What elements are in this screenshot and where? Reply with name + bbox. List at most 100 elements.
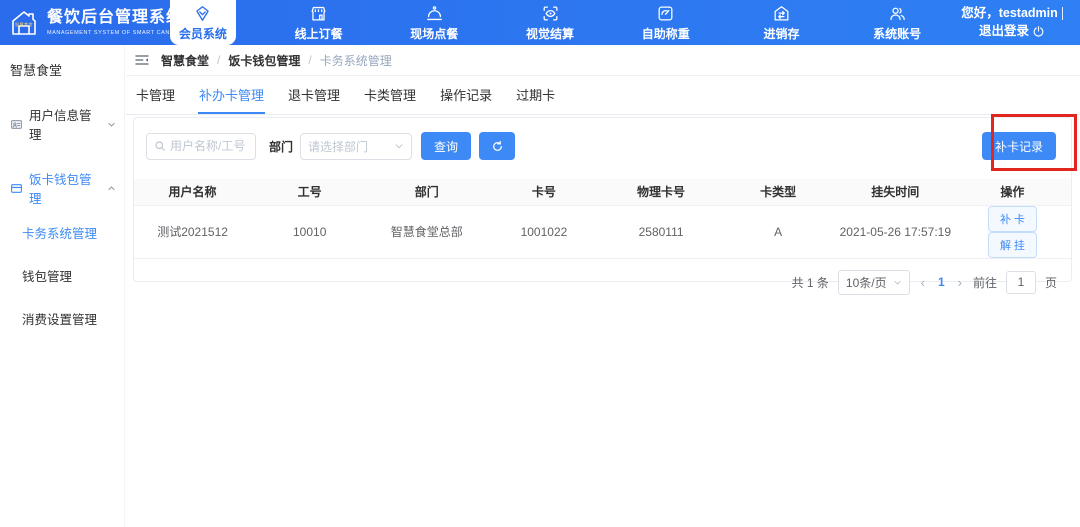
logout-button[interactable]: 退出登录 (979, 23, 1045, 40)
nav-item-onsite-dining[interactable]: 现场点餐 (376, 0, 492, 45)
nav-label: 会员系统 (179, 25, 227, 42)
divider (1062, 7, 1063, 20)
tabs-row: 卡管理 补办卡管理 退卡管理 卡类管理 操作记录 过期卡 (126, 76, 1080, 115)
nav-item-vision-checkout[interactable]: 视觉结算 (492, 0, 608, 45)
vision-checkout-eye-icon (541, 4, 560, 23)
nav-label: 进销存 (763, 25, 799, 42)
unfreeze-card-button[interactable]: 解挂 (988, 232, 1037, 258)
cell-physical-card-no: 2580111 (603, 205, 720, 258)
main-content: 智慧食堂 / 饭卡钱包管理 / 卡务系统管理 卡管理 补办卡管理 退卡管理 卡类… (126, 45, 1080, 527)
dept-label: 部门 (269, 138, 293, 155)
page-size-value: 10条/页 (846, 274, 887, 291)
sidebar-item-user-info[interactable]: 用户信息管理 (0, 105, 124, 143)
sidebar-item-label: 饭卡钱包管理 (29, 169, 101, 207)
self-weighing-scale-icon (656, 4, 675, 23)
cell-user-name: 测试2021512 (134, 205, 251, 258)
page-number-1[interactable]: 1 (936, 275, 947, 289)
breadcrumb-separator: / (217, 53, 220, 67)
col-physical-card-no: 物理卡号 (603, 179, 720, 205)
cell-loss-time: 2021-05-26 17:57:19 (837, 205, 954, 258)
nav-label: 线上订餐 (295, 25, 343, 42)
id-card-icon (10, 118, 23, 131)
col-loss-time: 挂失时间 (837, 179, 954, 205)
breadcrumb: 智慧食堂 / 饭卡钱包管理 / 卡务系统管理 (161, 52, 392, 69)
cell-card-type: A (720, 205, 837, 258)
col-user-name: 用户名称 (134, 179, 251, 205)
user-greeting: 您好，testadmin (961, 5, 1058, 22)
nav-item-self-weighing[interactable]: 自助称重 (608, 0, 724, 45)
next-page-button[interactable]: › (956, 275, 964, 290)
nav-item-system-accounts[interactable]: 系统账号 (839, 0, 955, 45)
search-icon (154, 140, 166, 152)
tab-card-type-management[interactable]: 卡类管理 (363, 76, 417, 114)
nav-item-membership[interactable]: 会员系统 (145, 0, 261, 45)
sidebar-subitem-consume-settings[interactable]: 消费设置管理 (0, 297, 124, 340)
page-unit-label: 页 (1045, 274, 1057, 291)
prev-page-button[interactable]: ‹ (919, 275, 927, 290)
sidebar-fold-icon[interactable] (134, 52, 150, 68)
logout-label: 退出登录 (979, 23, 1029, 40)
logout-icon (1032, 25, 1045, 38)
filter-row: 部门 请选择部门 查询 补卡记录 (134, 118, 1071, 160)
chevron-down-icon (394, 141, 404, 151)
content-card: 部门 请选择部门 查询 补卡记录 用户名称 (133, 117, 1072, 282)
user-area: 您好，testadmin 退出登录 (946, 0, 1078, 45)
cell-dept: 智慧食堂总部 (368, 205, 485, 258)
system-accounts-users-icon (888, 4, 907, 23)
reissue-card-button[interactable]: 补卡 (988, 206, 1037, 232)
keyword-search-box (146, 133, 256, 160)
page-size-select[interactable]: 10条/页 (838, 270, 910, 295)
refresh-button[interactable] (479, 132, 515, 160)
chevron-down-icon (107, 120, 116, 129)
cell-actions: 补卡 解挂 (954, 205, 1071, 258)
top-nav: 会员系统 线上订餐 现场点餐 (145, 0, 955, 45)
chevron-up-icon (107, 184, 116, 193)
tab-return-card-management[interactable]: 退卡管理 (287, 76, 341, 114)
sidebar-subitem-wallet[interactable]: 钱包管理 (0, 254, 124, 297)
online-order-storefront-icon (309, 4, 328, 23)
sidebar-submenu: 卡务系统管理 钱包管理 消费设置管理 (0, 211, 124, 340)
dept-select-placeholder: 请选择部门 (308, 138, 394, 155)
col-actions: 操作 (954, 179, 1071, 205)
nav-item-online-order[interactable]: 线上订餐 (261, 0, 377, 45)
nav-label: 视觉结算 (526, 25, 574, 42)
cell-emp-no: 10010 (251, 205, 368, 258)
keyword-search-input[interactable] (170, 139, 248, 153)
breadcrumb-item[interactable]: 饭卡钱包管理 (228, 52, 300, 69)
tab-card-management[interactable]: 卡管理 (135, 76, 176, 114)
reissue-record-button[interactable]: 补卡记录 (982, 132, 1056, 160)
sidebar-subitem-card-system[interactable]: 卡务系统管理 (0, 211, 124, 254)
nav-label: 自助称重 (642, 25, 690, 42)
sidebar-item-label: 用户信息管理 (29, 105, 101, 143)
cards-table: 用户名称 工号 部门 卡号 物理卡号 卡类型 挂失时间 操作 测试2021512… (134, 179, 1071, 259)
table-header-row: 用户名称 工号 部门 卡号 物理卡号 卡类型 挂失时间 操作 (134, 179, 1071, 205)
nav-label: 系统账号 (873, 25, 921, 42)
breadcrumb-item-current: 卡务系统管理 (320, 52, 392, 69)
col-card-no: 卡号 (485, 179, 602, 205)
tab-reissue-card-management[interactable]: 补办卡管理 (198, 76, 265, 114)
breadcrumb-bar: 智慧食堂 / 饭卡钱包管理 / 卡务系统管理 (126, 45, 1080, 76)
search-button[interactable]: 查询 (421, 132, 471, 160)
dept-select[interactable]: 请选择部门 (300, 133, 412, 160)
goto-label: 前往 (973, 274, 997, 291)
breadcrumb-item[interactable]: 智慧食堂 (161, 52, 209, 69)
sidebar: 智慧食堂 用户信息管理 饭卡钱包管理 卡务系统管理 钱包管理 消费设置管理 (0, 45, 125, 527)
table-row: 测试2021512 10010 智慧食堂总部 1001022 2580111 A… (134, 205, 1071, 258)
sidebar-item-card-wallet[interactable]: 饭卡钱包管理 (0, 169, 124, 207)
tab-expired-cards[interactable]: 过期卡 (515, 76, 556, 114)
goto-page-input[interactable] (1006, 271, 1036, 294)
breadcrumb-separator: / (308, 53, 311, 67)
chevron-down-icon (893, 278, 902, 287)
pagination-total: 共 1 条 (792, 274, 829, 291)
logo-badge-text: 智慧食堂 (15, 22, 33, 28)
top-header: 智慧食堂 餐饮后台管理系统 MANAGEMENT SYSTEM OF SMART… (0, 0, 1080, 45)
refresh-icon (491, 140, 504, 153)
smart-canteen-house-icon: 智慧食堂 (8, 7, 40, 39)
tab-operation-log[interactable]: 操作记录 (439, 76, 493, 114)
inventory-transfer-icon (772, 4, 791, 23)
sidebar-title: 智慧食堂 (0, 45, 124, 79)
nav-item-inventory[interactable]: 进销存 (724, 0, 840, 45)
col-emp-no: 工号 (251, 179, 368, 205)
cell-card-no: 1001022 (485, 205, 602, 258)
col-dept: 部门 (368, 179, 485, 205)
